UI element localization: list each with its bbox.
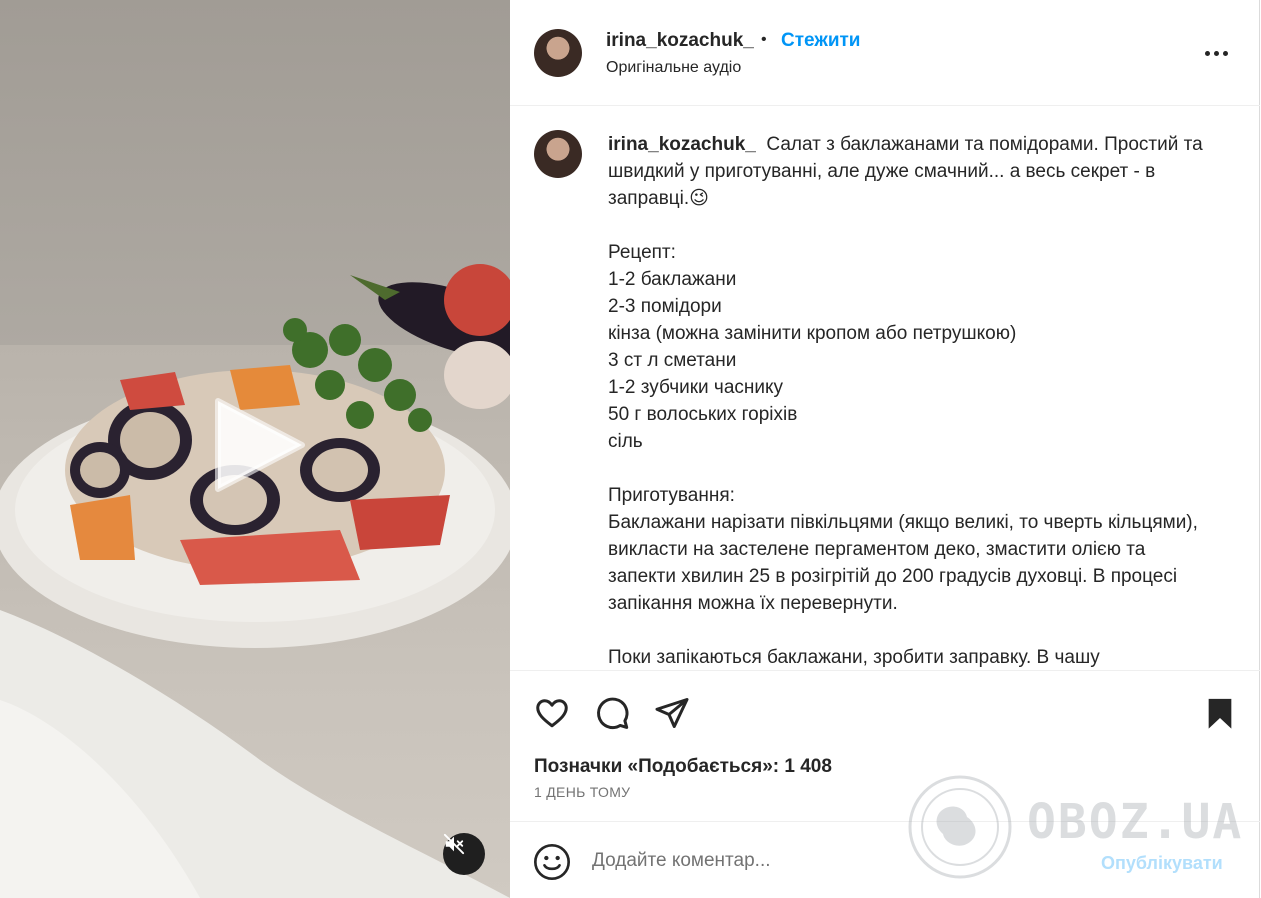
caption-avatar[interactable] bbox=[534, 130, 582, 178]
comment-button[interactable] bbox=[592, 693, 632, 733]
post-details-panel: irina_kozachuk_ • Стежити Оригінальне ау… bbox=[510, 0, 1260, 898]
separator-dot: • bbox=[761, 31, 767, 48]
emoji-button[interactable] bbox=[532, 842, 572, 882]
caption-username[interactable]: irina_kozachuk_ bbox=[608, 134, 756, 155]
speaker-muted-icon bbox=[443, 833, 465, 855]
more-dot bbox=[1213, 50, 1219, 56]
speech-bubble-icon bbox=[597, 697, 629, 730]
panel-border bbox=[1259, 0, 1260, 898]
more-horizontal-icon bbox=[1204, 50, 1210, 56]
likes-count[interactable]: Позначки «Подобається»: 1 408 bbox=[534, 756, 832, 778]
caption-scroll-area[interactable]: irina_kozachuk_ Салат з баклажанами та п… bbox=[510, 107, 1259, 670]
caption-text: irina_kozachuk_ Салат з баклажанами та п… bbox=[608, 131, 1218, 670]
smiley-icon bbox=[534, 844, 570, 880]
more-options-button[interactable] bbox=[1200, 38, 1232, 68]
follow-button[interactable]: Стежити bbox=[781, 30, 860, 52]
paper-plane-icon bbox=[655, 698, 689, 728]
audio-link[interactable]: Оригінальне аудіо bbox=[606, 59, 741, 77]
bookmark-filled-icon bbox=[1208, 698, 1232, 729]
avatar[interactable] bbox=[534, 29, 582, 77]
mute-button[interactable] bbox=[443, 833, 485, 875]
save-button[interactable] bbox=[1200, 693, 1240, 733]
more-dot bbox=[1222, 50, 1228, 56]
action-bar bbox=[510, 670, 1260, 750]
post-header: irina_kozachuk_ • Стежити Оригінальне ау… bbox=[510, 0, 1260, 106]
comment-bar: Опублікувати bbox=[510, 821, 1260, 898]
play-icon bbox=[215, 398, 305, 492]
like-button[interactable] bbox=[532, 693, 572, 733]
post-timestamp[interactable]: 1 ДЕНЬ ТОМУ bbox=[534, 784, 630, 800]
username-link[interactable]: irina_kozachuk_ bbox=[606, 30, 754, 52]
publish-button[interactable]: Опублікувати bbox=[1101, 853, 1223, 874]
post-media[interactable] bbox=[0, 0, 510, 898]
play-button[interactable] bbox=[210, 395, 310, 495]
heart-icon bbox=[536, 699, 568, 728]
comment-input[interactable] bbox=[592, 846, 1072, 876]
caption-body: Салат з баклажанами та помідорами. Прост… bbox=[608, 134, 1203, 668]
share-button[interactable] bbox=[652, 693, 692, 733]
